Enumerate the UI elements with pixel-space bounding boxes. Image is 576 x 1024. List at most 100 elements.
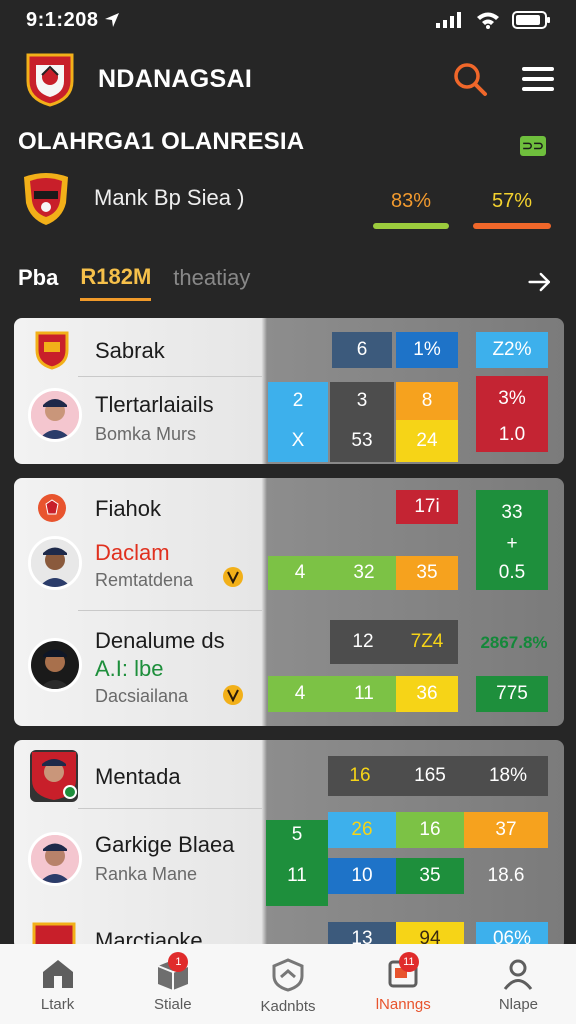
stat-cell: 26 bbox=[328, 812, 396, 848]
avatar bbox=[28, 388, 82, 442]
stat-cell: 35 bbox=[396, 556, 458, 590]
row-divider bbox=[78, 376, 262, 377]
nav-label: lNanngs bbox=[375, 996, 431, 1013]
league-stat-a-bar bbox=[373, 223, 449, 229]
header-actions bbox=[452, 61, 554, 97]
player-photo bbox=[31, 835, 79, 883]
player-photo bbox=[31, 641, 79, 689]
tab-pba[interactable]: Pba bbox=[18, 265, 58, 299]
avatar bbox=[30, 750, 78, 802]
tab-r182m[interactable]: R182M bbox=[80, 264, 152, 301]
player-photo bbox=[32, 752, 77, 800]
player-photo bbox=[31, 391, 79, 439]
league-badge: ⊃⊃ bbox=[520, 136, 546, 156]
status-time-text: 9:1:208 bbox=[26, 8, 99, 31]
wifi-icon bbox=[477, 12, 499, 29]
stat-cell: 4 bbox=[268, 676, 332, 712]
home-icon bbox=[42, 960, 73, 988]
stat-cell: 4 bbox=[268, 556, 332, 590]
stat-cell: 11 bbox=[287, 865, 307, 886]
app-header: NDANAGSAI bbox=[0, 46, 576, 112]
nav-item-ltark[interactable]: Ltark bbox=[0, 944, 115, 1024]
stat-cell: 11 bbox=[332, 676, 396, 712]
league-stat-b-bar bbox=[473, 223, 551, 229]
match-card-1[interactable]: Sabrak Tlertarlaiails Bomka Murs 6 1% Z2… bbox=[14, 318, 564, 464]
search-icon[interactable] bbox=[452, 61, 488, 97]
stat-cell: 17i bbox=[396, 490, 458, 524]
team-crest-fiahok bbox=[38, 494, 66, 522]
nav-label: Kadnbts bbox=[260, 998, 316, 1015]
league-stat-a: 83% bbox=[390, 190, 432, 212]
stat-cell: 12 bbox=[330, 620, 396, 664]
bottom-nav: Ltark 1 Stiale Kadnbts 11 lNanngs Nlape bbox=[0, 944, 576, 1024]
player-subtitle: Remtatdena bbox=[95, 570, 194, 590]
tab-theatiay[interactable]: theatiay bbox=[173, 265, 250, 299]
league-title: OLAHRGA1 OLANRESIA bbox=[18, 128, 305, 155]
stat-cell: 2 bbox=[268, 382, 328, 420]
player-photo bbox=[31, 539, 79, 587]
league-row: Mank Bp Siea ) 83% 57% bbox=[18, 168, 558, 229]
status-time: 9:1:208 bbox=[26, 9, 120, 32]
stat-cell: 53 bbox=[330, 420, 394, 462]
app-title: NDANAGSAI bbox=[98, 64, 253, 93]
stat-cell: 16 bbox=[396, 812, 464, 848]
avatar bbox=[28, 832, 82, 886]
player-name: Tlertarlaiails bbox=[95, 392, 214, 417]
user-icon bbox=[504, 959, 533, 990]
club-badge-icon bbox=[223, 685, 243, 705]
match-card-2[interactable]: Fiahok Daclam Remtatdena Denalume ds A.I… bbox=[14, 478, 564, 726]
stat-cell: 16 bbox=[328, 756, 392, 796]
player-subtitle: Bomka Murs bbox=[95, 424, 197, 444]
stat-cell: 18% bbox=[468, 756, 548, 796]
team-crest-sabrak bbox=[35, 331, 69, 370]
stat-cell: 35 bbox=[396, 858, 464, 894]
stat-cell: 2867.8% bbox=[480, 633, 548, 652]
tab-bar: Pba R182M theatiay bbox=[18, 258, 558, 306]
player-subtitle: Ranka Mane bbox=[95, 864, 198, 884]
stat-cell: 32 bbox=[332, 556, 396, 590]
status-bar: 9:1:208 bbox=[0, 0, 576, 40]
player-name: Daclam bbox=[95, 540, 170, 565]
stat-cell: 10 bbox=[328, 858, 396, 894]
nav-item-nlape[interactable]: Nlape bbox=[461, 944, 576, 1024]
row-divider bbox=[78, 610, 262, 611]
stat-cell: 8 bbox=[396, 382, 458, 420]
team-name: Mentada bbox=[95, 764, 181, 789]
menu-icon[interactable] bbox=[522, 66, 554, 92]
navigation-arrow-icon bbox=[105, 13, 120, 27]
nav-label: Stiale bbox=[154, 996, 192, 1013]
signal-icon bbox=[436, 12, 461, 28]
stat-cell: 18.6 bbox=[487, 865, 525, 886]
club-badge-icon bbox=[223, 567, 243, 587]
match-card-3[interactable]: Mentada Garkige Blaea Ranka Mane Marctia… bbox=[14, 740, 564, 950]
stat-cell: 6 bbox=[332, 332, 392, 368]
nav-label: Ltark bbox=[40, 996, 75, 1013]
player-name-line2: A.I: lbe bbox=[95, 656, 164, 681]
nav-label: Nlape bbox=[498, 996, 539, 1013]
stat-cell: 37 bbox=[464, 812, 548, 848]
team-name: Sabrak bbox=[95, 338, 165, 363]
stat-cell: 165 bbox=[392, 756, 468, 796]
nav-item-kadnbts[interactable]: Kadnbts bbox=[230, 944, 345, 1024]
arrow-right-icon[interactable] bbox=[528, 269, 558, 295]
avatar bbox=[28, 536, 82, 590]
shield-icon bbox=[272, 958, 304, 992]
app-logo-crest bbox=[26, 53, 74, 107]
stat-cell: 1% bbox=[396, 332, 458, 368]
status-icons bbox=[436, 10, 552, 30]
league-stat-b: 57% bbox=[491, 190, 533, 212]
stat-cell: 3 bbox=[330, 382, 394, 420]
avatar bbox=[28, 638, 82, 692]
nav-item-lnanngs[interactable]: 11 lNanngs bbox=[346, 944, 461, 1024]
stat-cell: 36 bbox=[396, 676, 458, 712]
stat-cell: 0.5 bbox=[476, 556, 548, 590]
team-name: Fiahok bbox=[95, 496, 162, 521]
stat-cell: 775 bbox=[476, 676, 548, 712]
stat-cell: X bbox=[268, 420, 328, 462]
player-subtitle: Dacsiailana bbox=[95, 686, 189, 706]
league-subtitle: Mank Bp Siea ) bbox=[94, 185, 245, 210]
stat-cell: Z2% bbox=[476, 332, 548, 368]
player-name: Denalume ds bbox=[95, 628, 225, 653]
battery-icon bbox=[512, 11, 550, 29]
nav-item-stiale[interactable]: 1 Stiale bbox=[115, 944, 230, 1024]
